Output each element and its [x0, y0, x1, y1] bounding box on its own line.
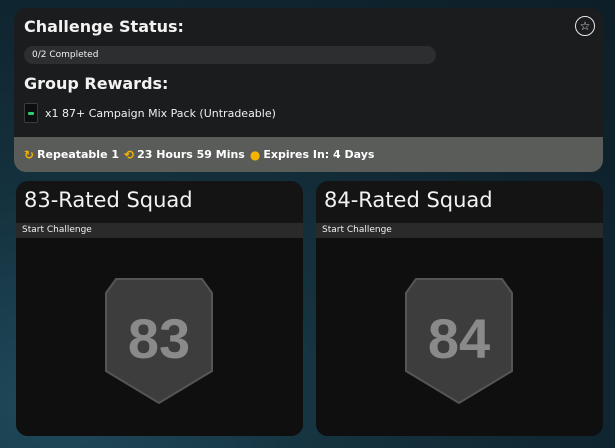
challenge-status-panel: Challenge Status: ☆ 0/2 Completed Group …: [14, 8, 603, 172]
time-left-info: ⟲ 23 Hours 59 Mins: [124, 148, 245, 161]
medal-icon: ●: [249, 147, 261, 162]
expires-text: Expires In: 4 Days: [263, 148, 375, 161]
favorite-star-icon[interactable]: ☆: [575, 16, 595, 36]
challenge-card-83[interactable]: 83-Rated Squad Start Challenge 83: [16, 181, 303, 436]
reward-item: x1 87+ Campaign Mix Pack (Untradeable): [24, 102, 276, 124]
reward-text: x1 87+ Campaign Mix Pack (Untradeable): [45, 106, 276, 120]
pack-icon: [24, 103, 38, 123]
expires-info: ● Expires In: 4 Days: [250, 148, 375, 161]
start-challenge-bar[interactable]: Start Challenge: [316, 223, 603, 238]
card-title: 83-Rated Squad: [24, 188, 193, 212]
card-body: 84: [316, 238, 603, 436]
progress-label: 0/2 Completed: [32, 50, 99, 60]
status-footer: ↻ Repeatable 1 ⟲ 23 Hours 59 Mins ● Expi…: [14, 137, 603, 172]
time-left-text: 23 Hours 59 Mins: [137, 148, 245, 161]
card-title: 84-Rated Squad: [324, 188, 493, 212]
card-body: 83: [16, 238, 303, 436]
repeat-icon: ↻: [24, 147, 35, 162]
clock-icon: ⟲: [124, 147, 135, 162]
start-challenge-label: Start Challenge: [322, 225, 392, 235]
repeatable-info: ↻ Repeatable 1: [24, 148, 119, 161]
badge-rating-text: 84: [428, 307, 490, 370]
start-challenge-label: Start Challenge: [22, 225, 92, 235]
start-challenge-bar[interactable]: Start Challenge: [16, 223, 303, 238]
challenge-card-84[interactable]: 84-Rated Squad Start Challenge 84: [316, 181, 603, 436]
rating-badge-icon: 83: [104, 271, 214, 405]
challenge-status-title: Challenge Status:: [24, 17, 184, 36]
group-rewards-title: Group Rewards:: [24, 74, 169, 93]
rating-badge-icon: 84: [404, 271, 514, 405]
progress-bar: 0/2 Completed: [24, 46, 436, 64]
repeatable-text: Repeatable 1: [37, 148, 120, 161]
badge-rating-text: 83: [128, 307, 190, 370]
